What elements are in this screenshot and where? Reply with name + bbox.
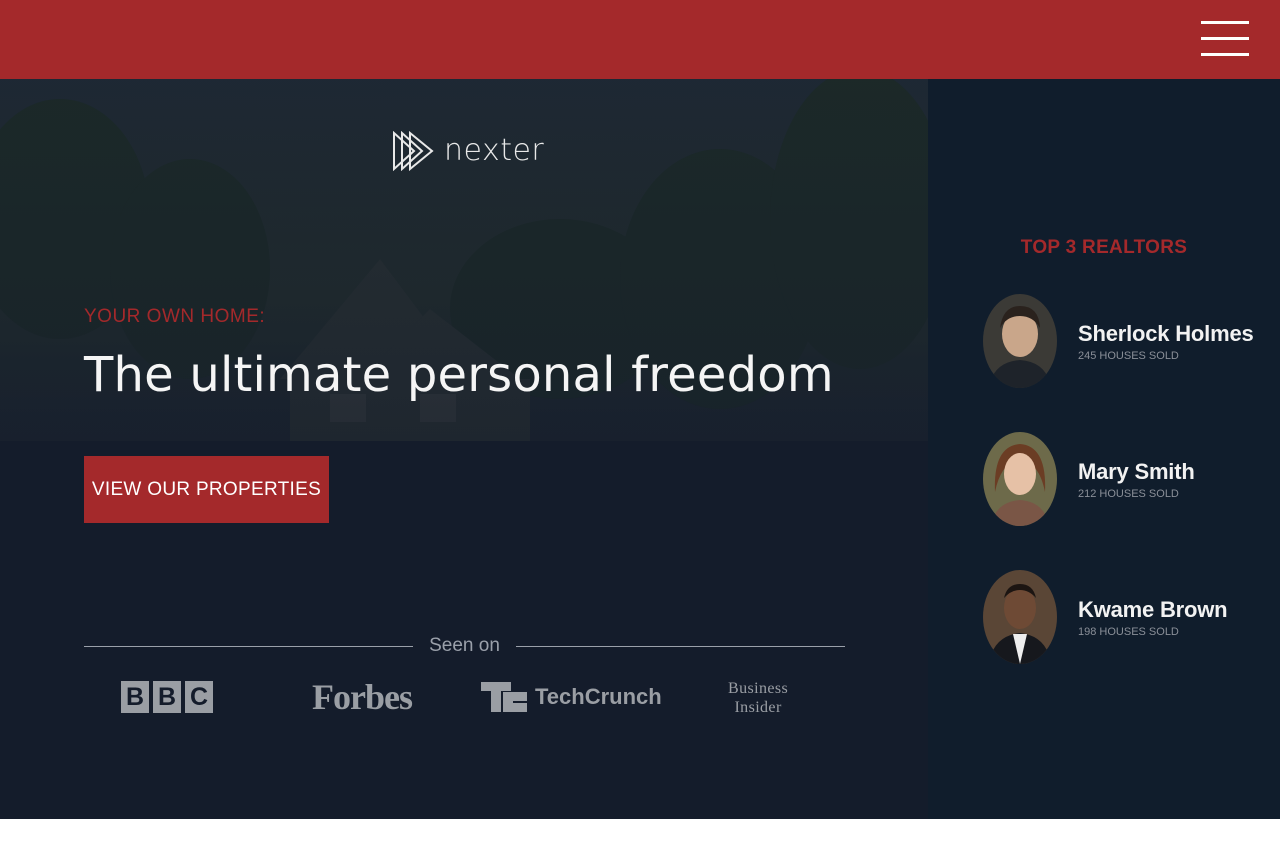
techcrunch-mark-icon — [481, 682, 527, 712]
nexter-logo[interactable]: nexter — [392, 131, 544, 171]
logo-text: nexter — [444, 133, 545, 168]
business-insider-line: Insider — [734, 699, 782, 716]
techcrunch-logo: TechCrunch — [481, 677, 662, 717]
realtors-sidebar: TOP 3 REALTORS Sherlock Holmes 245 HOUSE… — [928, 79, 1280, 819]
techcrunch-wordmark: TechCrunch — [535, 684, 662, 709]
menu-line — [1201, 53, 1249, 56]
hero-headline: The ultimate personal freedom — [84, 347, 834, 403]
menu-line — [1201, 21, 1249, 24]
realtor-houses-sold: 198 HOUSES SOLD — [1078, 625, 1179, 638]
play-triangles-logo-icon — [393, 131, 434, 171]
avatar — [983, 294, 1057, 388]
realtor-portrait-image — [983, 294, 1057, 388]
realtor-name: Kwame Brown — [1078, 596, 1228, 622]
forbes-logo: Forbes — [312, 677, 413, 717]
realtor-portrait-image — [983, 432, 1057, 526]
hero-section: nexter YOUR OWN HOME: The ultimate perso… — [0, 79, 928, 819]
page-bottom-background — [0, 819, 1280, 853]
realtor-name: Sherlock Holmes — [1078, 320, 1254, 346]
realtor-houses-sold: 245 HOUSES SOLD — [1078, 349, 1179, 362]
divider-line — [84, 645, 414, 647]
menu-line — [1201, 37, 1249, 40]
bbc-letter: B — [153, 681, 181, 713]
sidebar-title: TOP 3 REALTORS — [1020, 237, 1188, 258]
divider-line — [515, 645, 846, 647]
seen-on-divider: Seen on — [84, 632, 846, 660]
realtor-card[interactable]: Mary Smith 212 HOUSES SOLD — [983, 432, 1273, 526]
bbc-logo: B B C — [121, 677, 217, 717]
realtor-portrait-image — [983, 570, 1057, 664]
realtor-name: Mary Smith — [1078, 458, 1195, 484]
top-bar — [0, 0, 1280, 79]
realtor-houses-sold: 212 HOUSES SOLD — [1078, 487, 1179, 500]
hamburger-menu-icon[interactable] — [1201, 19, 1249, 59]
seen-on-label: Seen on — [429, 635, 500, 656]
bbc-letter: C — [185, 681, 213, 713]
realtor-card[interactable]: Sherlock Holmes 245 HOUSES SOLD — [983, 294, 1273, 388]
realtor-card[interactable]: Kwame Brown 198 HOUSES SOLD — [983, 570, 1273, 664]
business-insider-line: Business — [728, 680, 789, 697]
bbc-letter: B — [121, 681, 149, 713]
avatar — [983, 570, 1057, 664]
avatar — [983, 432, 1057, 526]
hero-eyebrow: YOUR OWN HOME: — [84, 306, 266, 327]
view-properties-button[interactable]: VIEW OUR PROPERTIES — [84, 456, 329, 523]
business-insider-logo: Business Insider — [728, 679, 788, 719]
